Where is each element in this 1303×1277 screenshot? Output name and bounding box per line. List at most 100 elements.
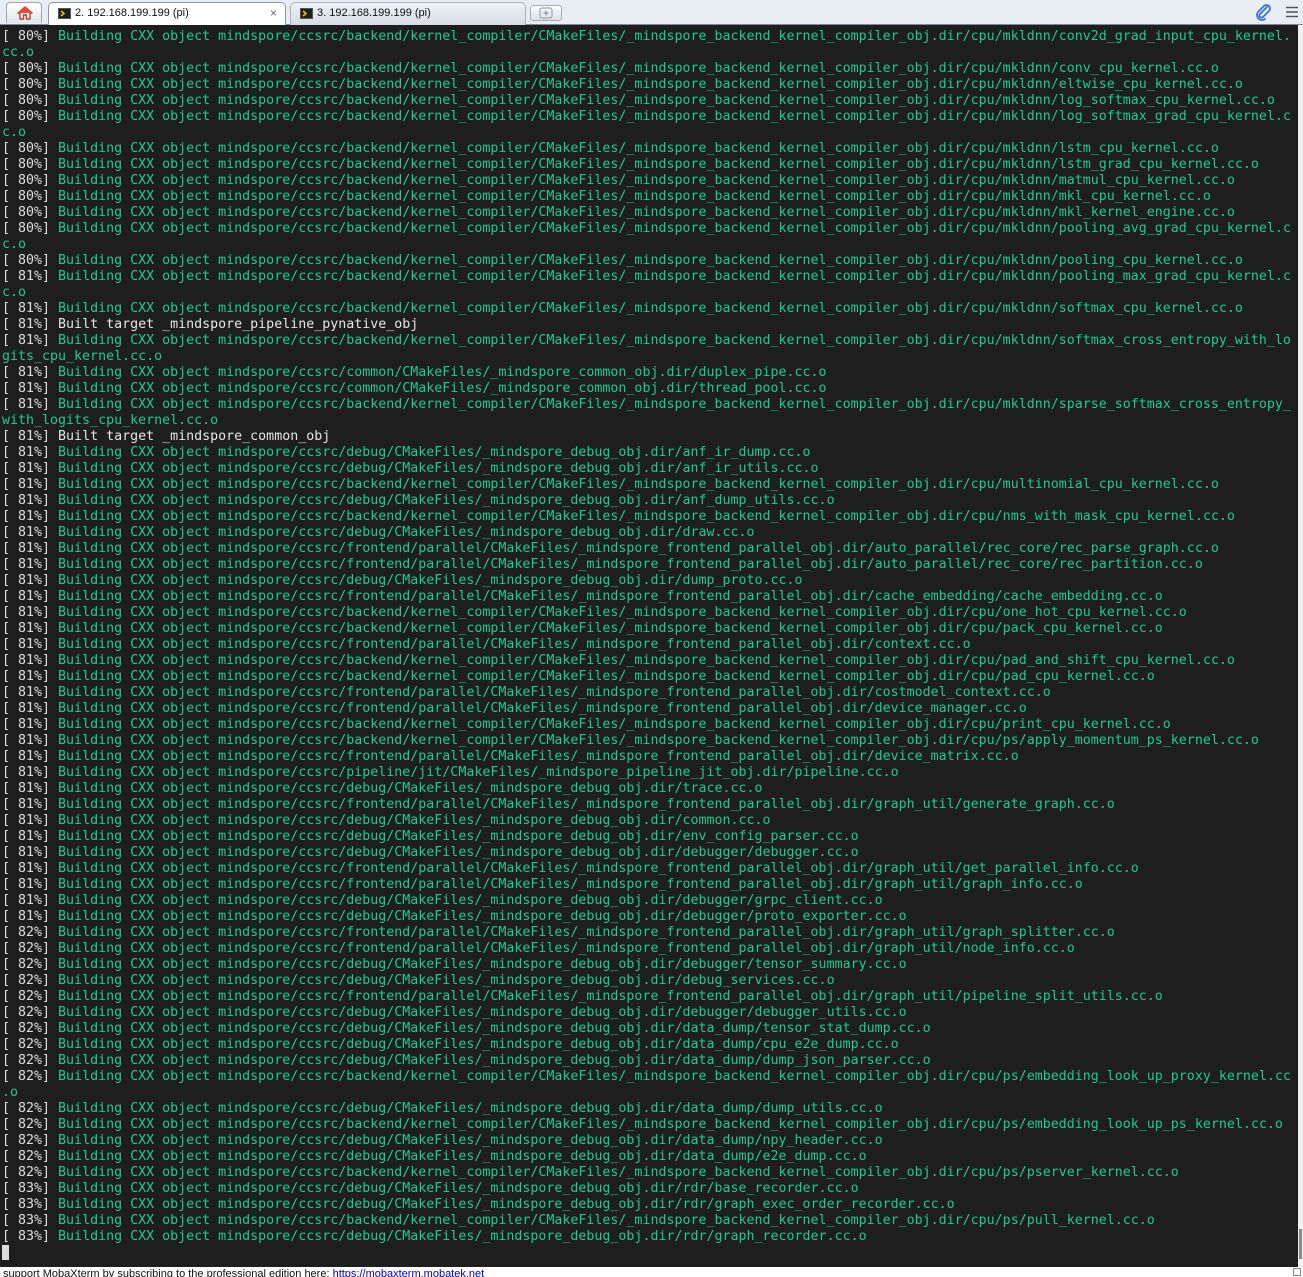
terminal-line: [ 81%] Building CXX object mindspore/ccs… xyxy=(2,733,1298,749)
terminal-scrollbar[interactable] xyxy=(1298,25,1303,1267)
terminal-line: [ 80%] Building CXX object mindspore/ccs… xyxy=(2,205,1298,221)
terminal-line: [ 80%] Building CXX object mindspore/ccs… xyxy=(2,93,1298,109)
terminal-line: [ 81%] Building CXX object mindspore/ccs… xyxy=(2,717,1298,733)
text-cursor xyxy=(2,1245,9,1260)
progress-prefix: [ 81%] xyxy=(2,909,59,924)
line-text: Building CXX object mindspore/ccsrc/pipe… xyxy=(58,765,899,780)
terminal-line: [ 81%] Building CXX object mindspore/ccs… xyxy=(2,509,1298,525)
terminal-line: [ 81%] Built target _mindspore_pipeline_… xyxy=(2,317,1298,333)
terminal-line: [ 81%] Building CXX object mindspore/ccs… xyxy=(2,381,1298,397)
line-text: Building CXX object mindspore/ccsrc/back… xyxy=(58,221,1291,236)
home-button[interactable] xyxy=(6,2,42,23)
progress-prefix: [ 81%] xyxy=(2,493,59,508)
terminal-line: [ 81%] Building CXX object mindspore/ccs… xyxy=(2,637,1298,653)
progress-prefix: [ 81%] xyxy=(2,829,59,844)
line-text: Building CXX object mindspore/ccsrc/fron… xyxy=(58,941,1075,956)
line-text: Building CXX object mindspore/ccsrc/back… xyxy=(58,509,1235,524)
line-text: Building CXX object mindspore/ccsrc/comm… xyxy=(58,381,827,396)
terminal-session-icon xyxy=(300,8,313,19)
progress-prefix: [ 82%] xyxy=(2,973,59,988)
line-text: Building CXX object mindspore/ccsrc/debu… xyxy=(58,829,859,844)
progress-prefix: [ 80%] xyxy=(2,93,59,108)
progress-prefix: [ 81%] xyxy=(2,461,59,476)
line-text: c.o xyxy=(2,125,27,140)
prompt-line xyxy=(2,1245,1298,1261)
line-text: cc.o xyxy=(2,45,35,60)
terminal-line: [ 81%] Building CXX object mindspore/ccs… xyxy=(2,477,1298,493)
scrollbar-thumb[interactable] xyxy=(1299,1229,1302,1259)
terminal-line: [ 82%] Building CXX object mindspore/ccs… xyxy=(2,941,1298,957)
line-text: Building CXX object mindspore/ccsrc/fron… xyxy=(58,637,971,652)
terminal-line: [ 81%] Building CXX object mindspore/ccs… xyxy=(2,845,1298,861)
line-text: Building CXX object mindspore/ccsrc/fron… xyxy=(58,797,1115,812)
progress-prefix: [ 81%] xyxy=(2,605,59,620)
line-text: Building CXX object mindspore/ccsrc/fron… xyxy=(58,925,1115,940)
progress-prefix: [ 81%] xyxy=(2,797,59,812)
terminal-line: [ 81%] Building CXX object mindspore/ccs… xyxy=(2,573,1298,589)
menu-button[interactable] xyxy=(1284,4,1300,20)
line-text: Building CXX object mindspore/ccsrc/fron… xyxy=(58,989,1163,1004)
terminal-line: [ 82%] Building CXX object mindspore/ccs… xyxy=(2,1101,1298,1117)
paperclip-icon xyxy=(1256,4,1271,21)
terminal-line: [ 82%] Building CXX object mindspore/ccs… xyxy=(2,1053,1298,1069)
line-text: Building CXX object mindspore/ccsrc/debu… xyxy=(58,445,811,460)
terminal-line: [ 81%] Built target _mindspore_common_ob… xyxy=(2,429,1298,445)
terminal-line: [ 81%] Building CXX object mindspore/ccs… xyxy=(2,541,1298,557)
line-text: Building CXX object mindspore/ccsrc/back… xyxy=(58,61,1219,76)
terminal-line: [ 82%] Building CXX object mindspore/ccs… xyxy=(2,1021,1298,1037)
progress-prefix: [ 82%] xyxy=(2,1165,59,1180)
terminal-line: [ 81%] Building CXX object mindspore/ccs… xyxy=(2,813,1298,829)
terminal-line: [ 81%] Building CXX object mindspore/ccs… xyxy=(2,701,1298,717)
progress-prefix: [ 81%] xyxy=(2,445,59,460)
terminal-line: [ 81%] Building CXX object mindspore/ccs… xyxy=(2,829,1298,845)
line-text: Building CXX object mindspore/ccsrc/debu… xyxy=(58,909,907,924)
line-text: Building CXX object mindspore/ccsrc/debu… xyxy=(58,1021,931,1036)
progress-prefix: [ 80%] xyxy=(2,141,59,156)
progress-prefix: [ 82%] xyxy=(2,1053,59,1068)
line-text: Built target _mindspore_pipeline_pynativ… xyxy=(58,317,419,332)
line-text: Building CXX object mindspore/ccsrc/back… xyxy=(58,1165,1179,1180)
terminal-line: [ 81%] Building CXX object mindspore/ccs… xyxy=(2,269,1298,285)
terminal-line: .o xyxy=(2,1085,1298,1101)
progress-prefix: [ 81%] xyxy=(2,845,59,860)
progress-prefix: [ 81%] xyxy=(2,733,59,748)
line-text: Building CXX object mindspore/ccsrc/debu… xyxy=(58,781,763,796)
line-text: Building CXX object mindspore/ccsrc/back… xyxy=(58,733,1259,748)
progress-prefix: [ 81%] xyxy=(2,701,59,716)
tab-session-2[interactable]: 2. 192.168.199.199 (pi) × xyxy=(48,2,286,25)
resize-grip[interactable] xyxy=(1293,1268,1301,1276)
status-message: support MobaXterm by subscribing to the … xyxy=(3,1268,484,1277)
new-tab-icon xyxy=(539,7,553,19)
line-text: Building CXX object mindspore/ccsrc/back… xyxy=(58,1069,1291,1084)
line-text: Building CXX object mindspore/ccsrc/back… xyxy=(58,157,1259,172)
tab-label: 2. 192.168.199.199 (pi) xyxy=(75,7,189,19)
tab-label: 3. 192.168.199.199 (pi) xyxy=(317,7,431,19)
line-text: Building CXX object mindspore/ccsrc/back… xyxy=(58,477,1219,492)
line-text: Building CXX object mindspore/ccsrc/debu… xyxy=(58,845,859,860)
line-text: Building CXX object mindspore/ccsrc/debu… xyxy=(58,1005,907,1020)
progress-prefix: [ 81%] xyxy=(2,365,59,380)
attach-button[interactable] xyxy=(1254,3,1272,21)
progress-prefix: [ 81%] xyxy=(2,573,59,588)
terminal-session-icon xyxy=(58,8,71,19)
line-text: Building CXX object mindspore/ccsrc/debu… xyxy=(58,461,819,476)
progress-prefix: [ 80%] xyxy=(2,77,59,92)
progress-prefix: [ 81%] xyxy=(2,477,59,492)
tab-session-3[interactable]: 3. 192.168.199.199 (pi) xyxy=(290,2,526,25)
progress-prefix: [ 81%] xyxy=(2,557,59,572)
home-icon xyxy=(17,6,33,20)
terminal-line: [ 82%] Building CXX object mindspore/ccs… xyxy=(2,1149,1298,1165)
close-icon[interactable]: × xyxy=(270,3,277,24)
line-text: Built target _mindspore_common_obj xyxy=(58,429,331,444)
terminal-line: [ 82%] Building CXX object mindspore/ccs… xyxy=(2,1037,1298,1053)
terminal-output[interactable]: [ 80%] Building CXX object mindspore/ccs… xyxy=(0,25,1298,1267)
status-link[interactable]: https://mobaxterm.mobatek.net xyxy=(333,1268,485,1277)
progress-prefix: [ 81%] xyxy=(2,397,59,412)
progress-prefix: [ 81%] xyxy=(2,813,59,828)
line-text: Building CXX object mindspore/ccsrc/back… xyxy=(58,173,1235,188)
progress-prefix: [ 82%] xyxy=(2,1133,59,1148)
terminal-line: [ 81%] Building CXX object mindspore/ccs… xyxy=(2,445,1298,461)
line-text: c.o xyxy=(2,237,27,252)
progress-prefix: [ 81%] xyxy=(2,765,59,780)
new-tab-button[interactable] xyxy=(530,5,562,21)
